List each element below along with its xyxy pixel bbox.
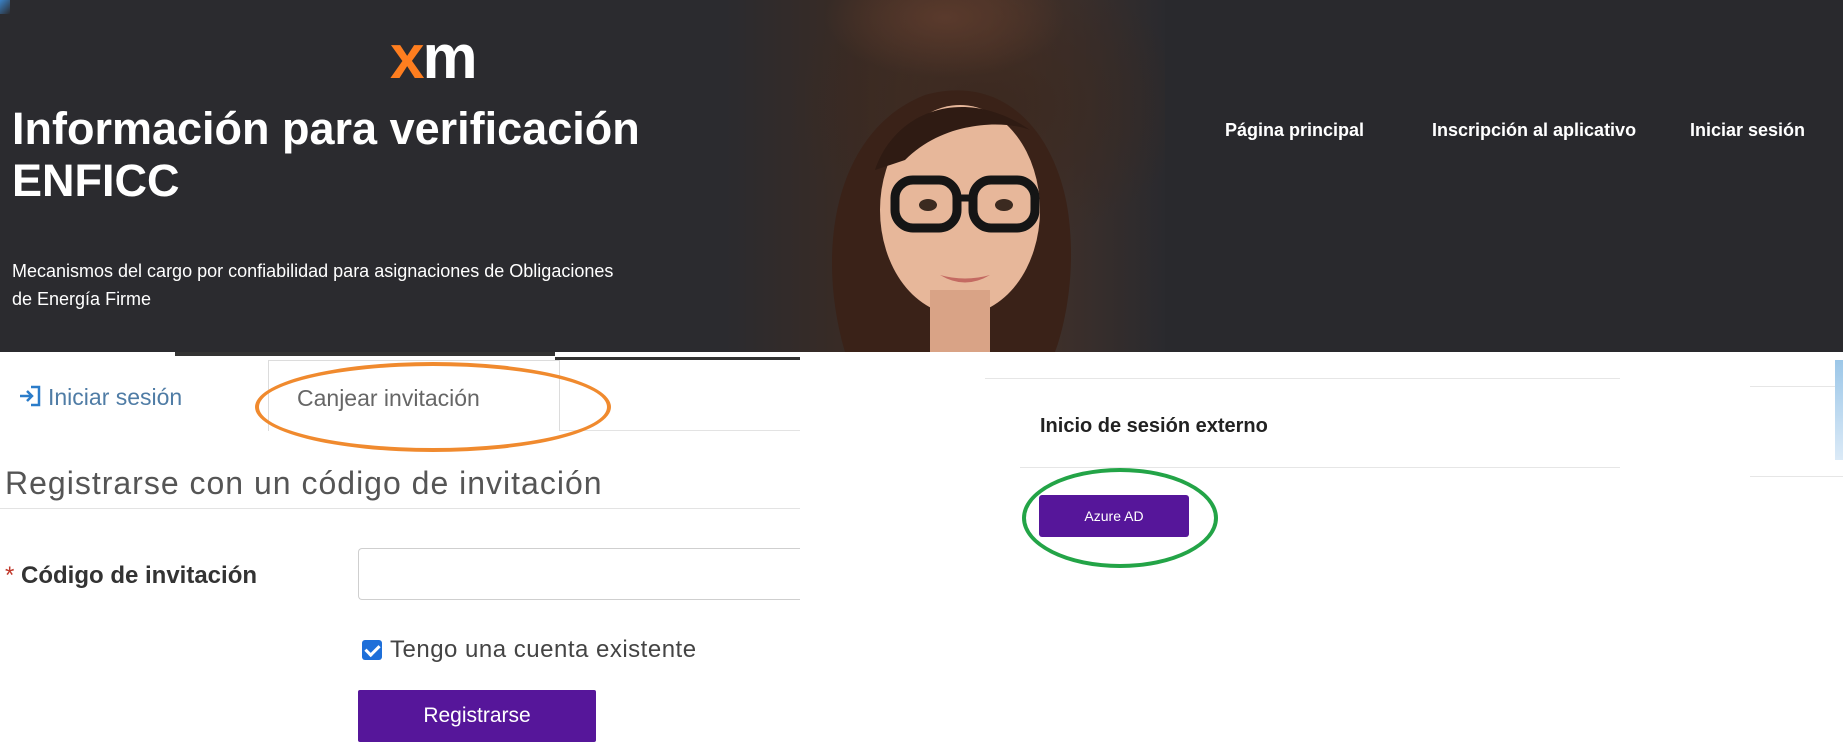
hero-header: xm Información para verificación ENFICC … [0, 0, 1843, 352]
hero-photo [725, 0, 1165, 352]
required-marker: * [5, 562, 15, 589]
corner-accent [0, 0, 10, 14]
hero-right-background [1165, 0, 1843, 352]
invitation-code-label-text: Código de invitación [21, 562, 258, 589]
tab-login-label: Iniciar sesión [48, 384, 183, 410]
divider-bar [175, 352, 555, 356]
divider-bar [555, 357, 800, 360]
page-title-line1: Información para verificación [12, 103, 640, 154]
page-subtitle-line2: de Energía Firme [12, 289, 152, 309]
sign-in-icon [18, 385, 42, 413]
tab-login[interactable]: Iniciar sesión [18, 384, 182, 413]
logo-m: m [422, 23, 477, 92]
divider-line [1750, 386, 1843, 387]
page-title-line2: ENFICC [12, 155, 180, 206]
checkmark-icon[interactable] [362, 640, 382, 660]
register-button[interactable]: Registrarse [358, 690, 596, 742]
existing-account-label: Tengo una cuenta existente [390, 636, 697, 663]
nav-home[interactable]: Página principal [1225, 120, 1364, 141]
invitation-code-label: * Código de invitación [5, 562, 257, 590]
nav-signup[interactable]: Inscripción al aplicativo [1432, 120, 1636, 141]
register-divider [0, 508, 800, 509]
invitation-code-input[interactable] [358, 548, 800, 600]
woman-portrait-image [832, 90, 1071, 352]
logo-x: x [390, 23, 425, 92]
edge-accent [1835, 360, 1843, 460]
page-subtitle: Mecanismos del cargo por confiabilidad p… [12, 257, 752, 313]
existing-account-checkbox[interactable]: Tengo una cuenta existente [362, 636, 697, 664]
highlight-orange-annotation [255, 362, 611, 452]
external-login-title: Inicio de sesión externo [1040, 415, 1268, 437]
highlight-green-annotation [1022, 468, 1218, 568]
nav-login[interactable]: Iniciar sesión [1690, 120, 1805, 141]
page-subtitle-line1: Mecanismos del cargo por confiabilidad p… [12, 261, 614, 281]
register-title: Registrarse con un código de invitación [5, 465, 603, 501]
divider-line [1750, 476, 1843, 477]
xm-logo: xm [390, 27, 478, 89]
external-panel-top-border [985, 378, 1620, 379]
page-title: Información para verificación ENFICC [12, 103, 732, 207]
